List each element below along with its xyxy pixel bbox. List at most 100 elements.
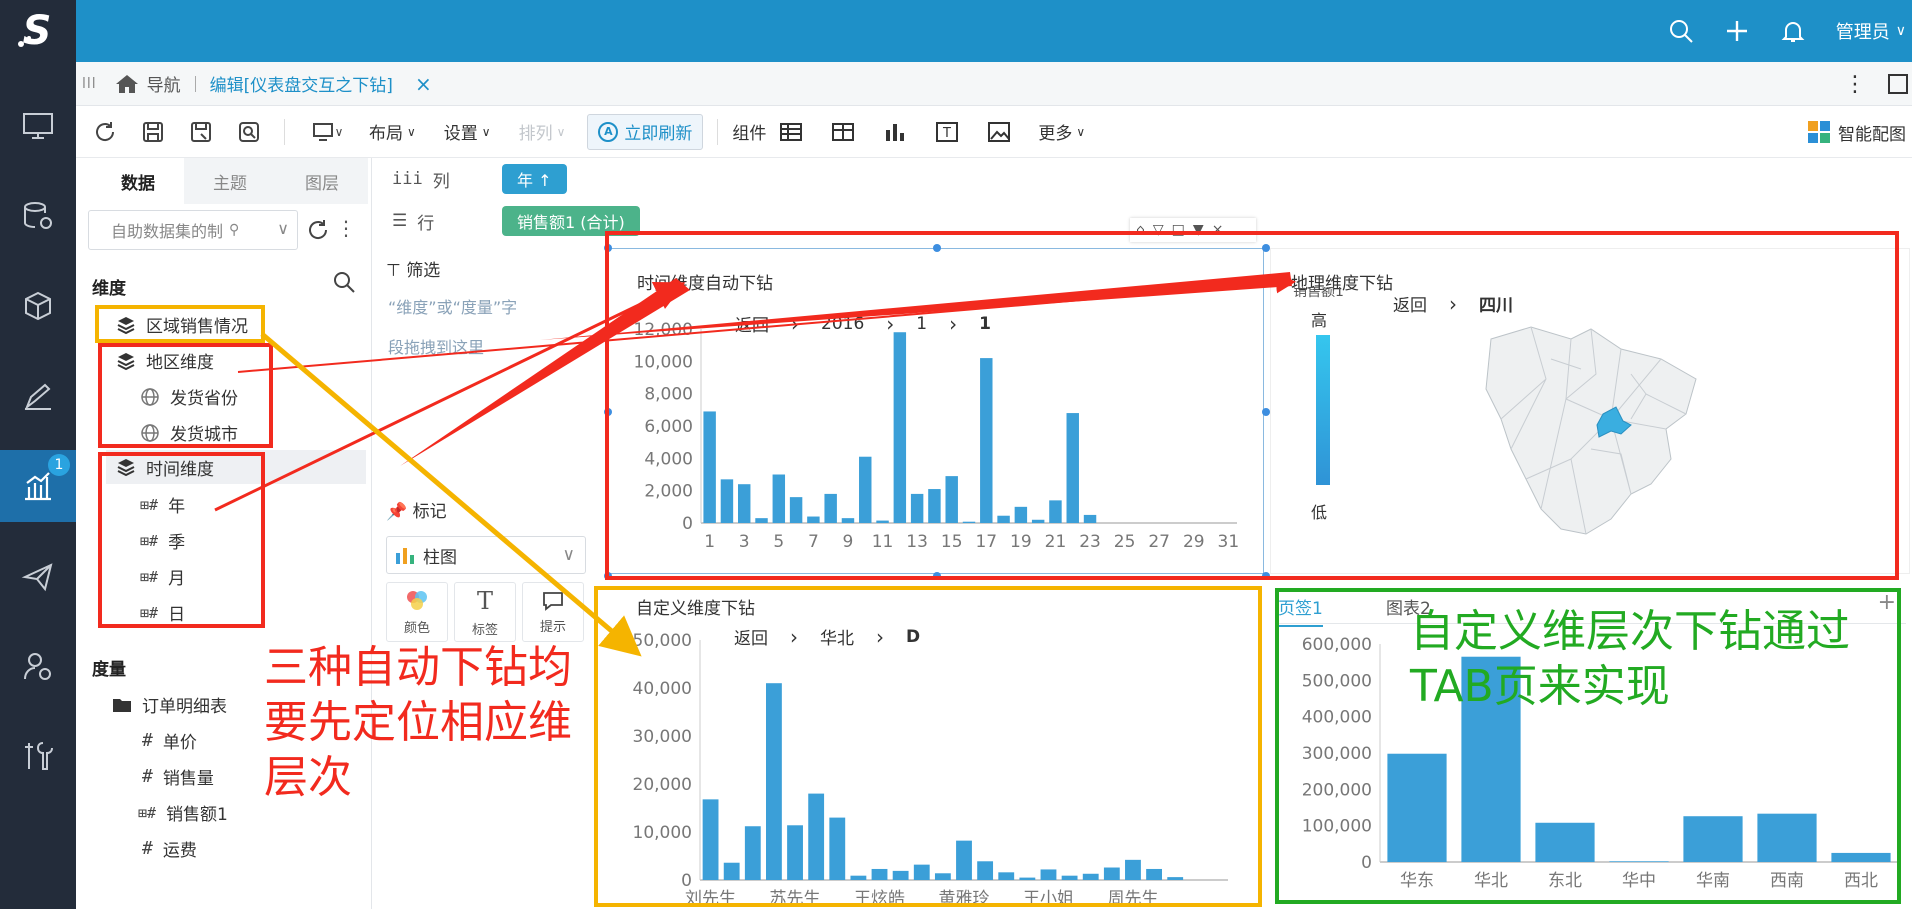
bar[interactable] (850, 875, 867, 880)
dimension-item[interactable]: ⊞# 季 (140, 528, 185, 554)
table-icon[interactable] (778, 119, 804, 145)
tab-edit-dashboard[interactable]: 编辑[仪表盘交互之下钻] × (210, 71, 432, 97)
dimension-item[interactable]: 时间维度 (106, 450, 366, 484)
image-widget-icon[interactable] (986, 119, 1012, 145)
legend-gradient-bar[interactable] (1316, 335, 1330, 485)
dimension-item[interactable]: 发货城市 (140, 420, 238, 445)
save-as-icon[interactable] (188, 119, 214, 145)
bar[interactable] (871, 868, 888, 880)
tab-layer[interactable]: 图层 (276, 158, 368, 204)
drill-icon[interactable]: ⌂ (1136, 222, 1145, 238)
add-icon[interactable] (1724, 18, 1750, 44)
user-menu[interactable]: 管理员 ∨ (1836, 18, 1906, 44)
maximize-icon[interactable] (1888, 74, 1908, 94)
bar[interactable] (723, 862, 740, 880)
device-icon[interactable]: ∨ (307, 119, 347, 145)
bar[interactable] (1019, 877, 1036, 880)
bar[interactable] (1146, 868, 1162, 880)
bar[interactable] (1535, 822, 1595, 862)
mark-tooltip-button[interactable]: 提示 (522, 582, 584, 642)
grip-icon[interactable]: lll (82, 76, 97, 92)
bar[interactable] (1082, 873, 1099, 880)
measure-item[interactable]: # 运费 (142, 836, 197, 861)
caret-icon[interactable]: ▼ (1193, 222, 1204, 238)
close-icon[interactable]: × (1212, 222, 1224, 238)
bar[interactable] (766, 683, 782, 880)
bar[interactable] (998, 872, 1015, 880)
sichuan-map[interactable] (1471, 319, 1711, 549)
widget-geo-drill[interactable]: 地理维度下钻 销售额1 高 低 返回 › 四川 (1270, 248, 1910, 574)
bar[interactable] (829, 817, 846, 880)
search-icon[interactable] (1668, 18, 1694, 44)
mark-label-button[interactable]: T 标签 (454, 582, 516, 642)
tab-theme[interactable]: 主题 (184, 158, 276, 204)
dimension-item[interactable]: 地区维度 (116, 348, 214, 373)
dimension-item[interactable]: 区域销售情况 (116, 312, 248, 337)
pen-icon[interactable] (0, 360, 76, 432)
search-icon[interactable] (332, 270, 356, 294)
send-icon[interactable] (0, 540, 76, 612)
bar[interactable] (934, 873, 951, 880)
measure-item[interactable]: # 单价 (142, 728, 197, 753)
bar[interactable] (892, 870, 909, 880)
dataset-select[interactable]: 自助数据集的制 ⚲ ∨ (88, 210, 298, 250)
save-icon[interactable] (140, 119, 166, 145)
settings-menu[interactable]: 设置 ∨ (444, 119, 491, 144)
bell-icon[interactable] (1780, 18, 1806, 44)
more-menu[interactable]: 更多 ∨ (1038, 119, 1085, 144)
bar[interactable] (1609, 861, 1669, 862)
bar[interactable] (1040, 869, 1057, 880)
bar[interactable] (1103, 867, 1120, 880)
filter-drop-zone[interactable]: “维度”或“度量”字 段拖拽到这里 (388, 288, 578, 368)
row-pill-sales[interactable]: 销售额1 (合计) (502, 206, 640, 236)
monitor-icon[interactable] (0, 90, 76, 162)
mark-color-button[interactable]: 颜色 (386, 582, 448, 642)
tab-data[interactable]: 数据 (92, 158, 184, 204)
bar[interactable] (913, 864, 930, 880)
more-vertical-icon[interactable]: ⋮ (336, 216, 356, 240)
more-vertical-icon[interactable]: ⋮ (1844, 72, 1866, 97)
app-logo[interactable]: S (0, 0, 76, 62)
drill-back-link[interactable]: 返回 (1393, 291, 1427, 316)
chart-type-select[interactable]: 柱图 ∨ (386, 536, 586, 574)
preview-icon[interactable] (236, 119, 262, 145)
bar[interactable] (1757, 813, 1817, 862)
bar-chart-icon[interactable] (882, 119, 908, 145)
cube-icon[interactable] (0, 270, 76, 342)
bar[interactable] (977, 861, 994, 880)
widget-custom-drill[interactable]: 自定义维度下钻 返回 › 华北 › D 0 10,000 20,000 30,000 4… (608, 584, 1264, 906)
bar[interactable] (956, 840, 972, 880)
database-settings-icon[interactable] (0, 180, 76, 252)
measure-item[interactable]: # 销售量 (142, 764, 214, 789)
dimension-item[interactable]: ⊞# 日 (140, 600, 185, 626)
bar[interactable] (702, 799, 719, 880)
arrange-menu[interactable]: 排列 ∨ (519, 119, 566, 144)
undo-icon[interactable] (92, 119, 118, 145)
tools-icon[interactable] (0, 720, 76, 792)
refresh-now-button[interactable]: A 立即刷新 (587, 113, 704, 150)
maximize-icon[interactable]: □ (1172, 222, 1185, 238)
measure-folder[interactable]: 订单明细表 (112, 692, 227, 717)
dimension-item[interactable]: ⊞# 年 (140, 492, 185, 518)
bar[interactable] (1831, 852, 1891, 862)
text-widget-icon[interactable]: T (934, 119, 960, 145)
smart-layout-button[interactable]: 智能配图 (1808, 106, 1906, 158)
close-icon[interactable]: × (415, 72, 432, 96)
dimension-item[interactable]: 发货省份 (140, 384, 238, 409)
bar[interactable] (1167, 877, 1184, 880)
measure-item[interactable]: ⊞# 销售额1 (138, 800, 228, 826)
layout-menu[interactable]: 布局 ∨ (369, 119, 416, 144)
bar[interactable] (1387, 753, 1447, 862)
bar[interactable] (1125, 859, 1141, 880)
bar[interactable] (808, 793, 825, 880)
cross-table-icon[interactable] (830, 119, 856, 145)
nav-home-tab[interactable]: 导航 (115, 71, 181, 96)
bar[interactable] (1061, 875, 1078, 880)
bar[interactable] (744, 826, 761, 880)
column-pill-year[interactable]: 年 ↑ (502, 164, 567, 194)
dimension-item[interactable]: ⊞# 月 (140, 564, 185, 590)
chart-icon[interactable]: 1 (0, 450, 76, 522)
refresh-icon[interactable] (306, 218, 330, 242)
user-gear-icon[interactable] (0, 630, 76, 702)
filter-icon[interactable]: ▽ (1153, 222, 1164, 238)
